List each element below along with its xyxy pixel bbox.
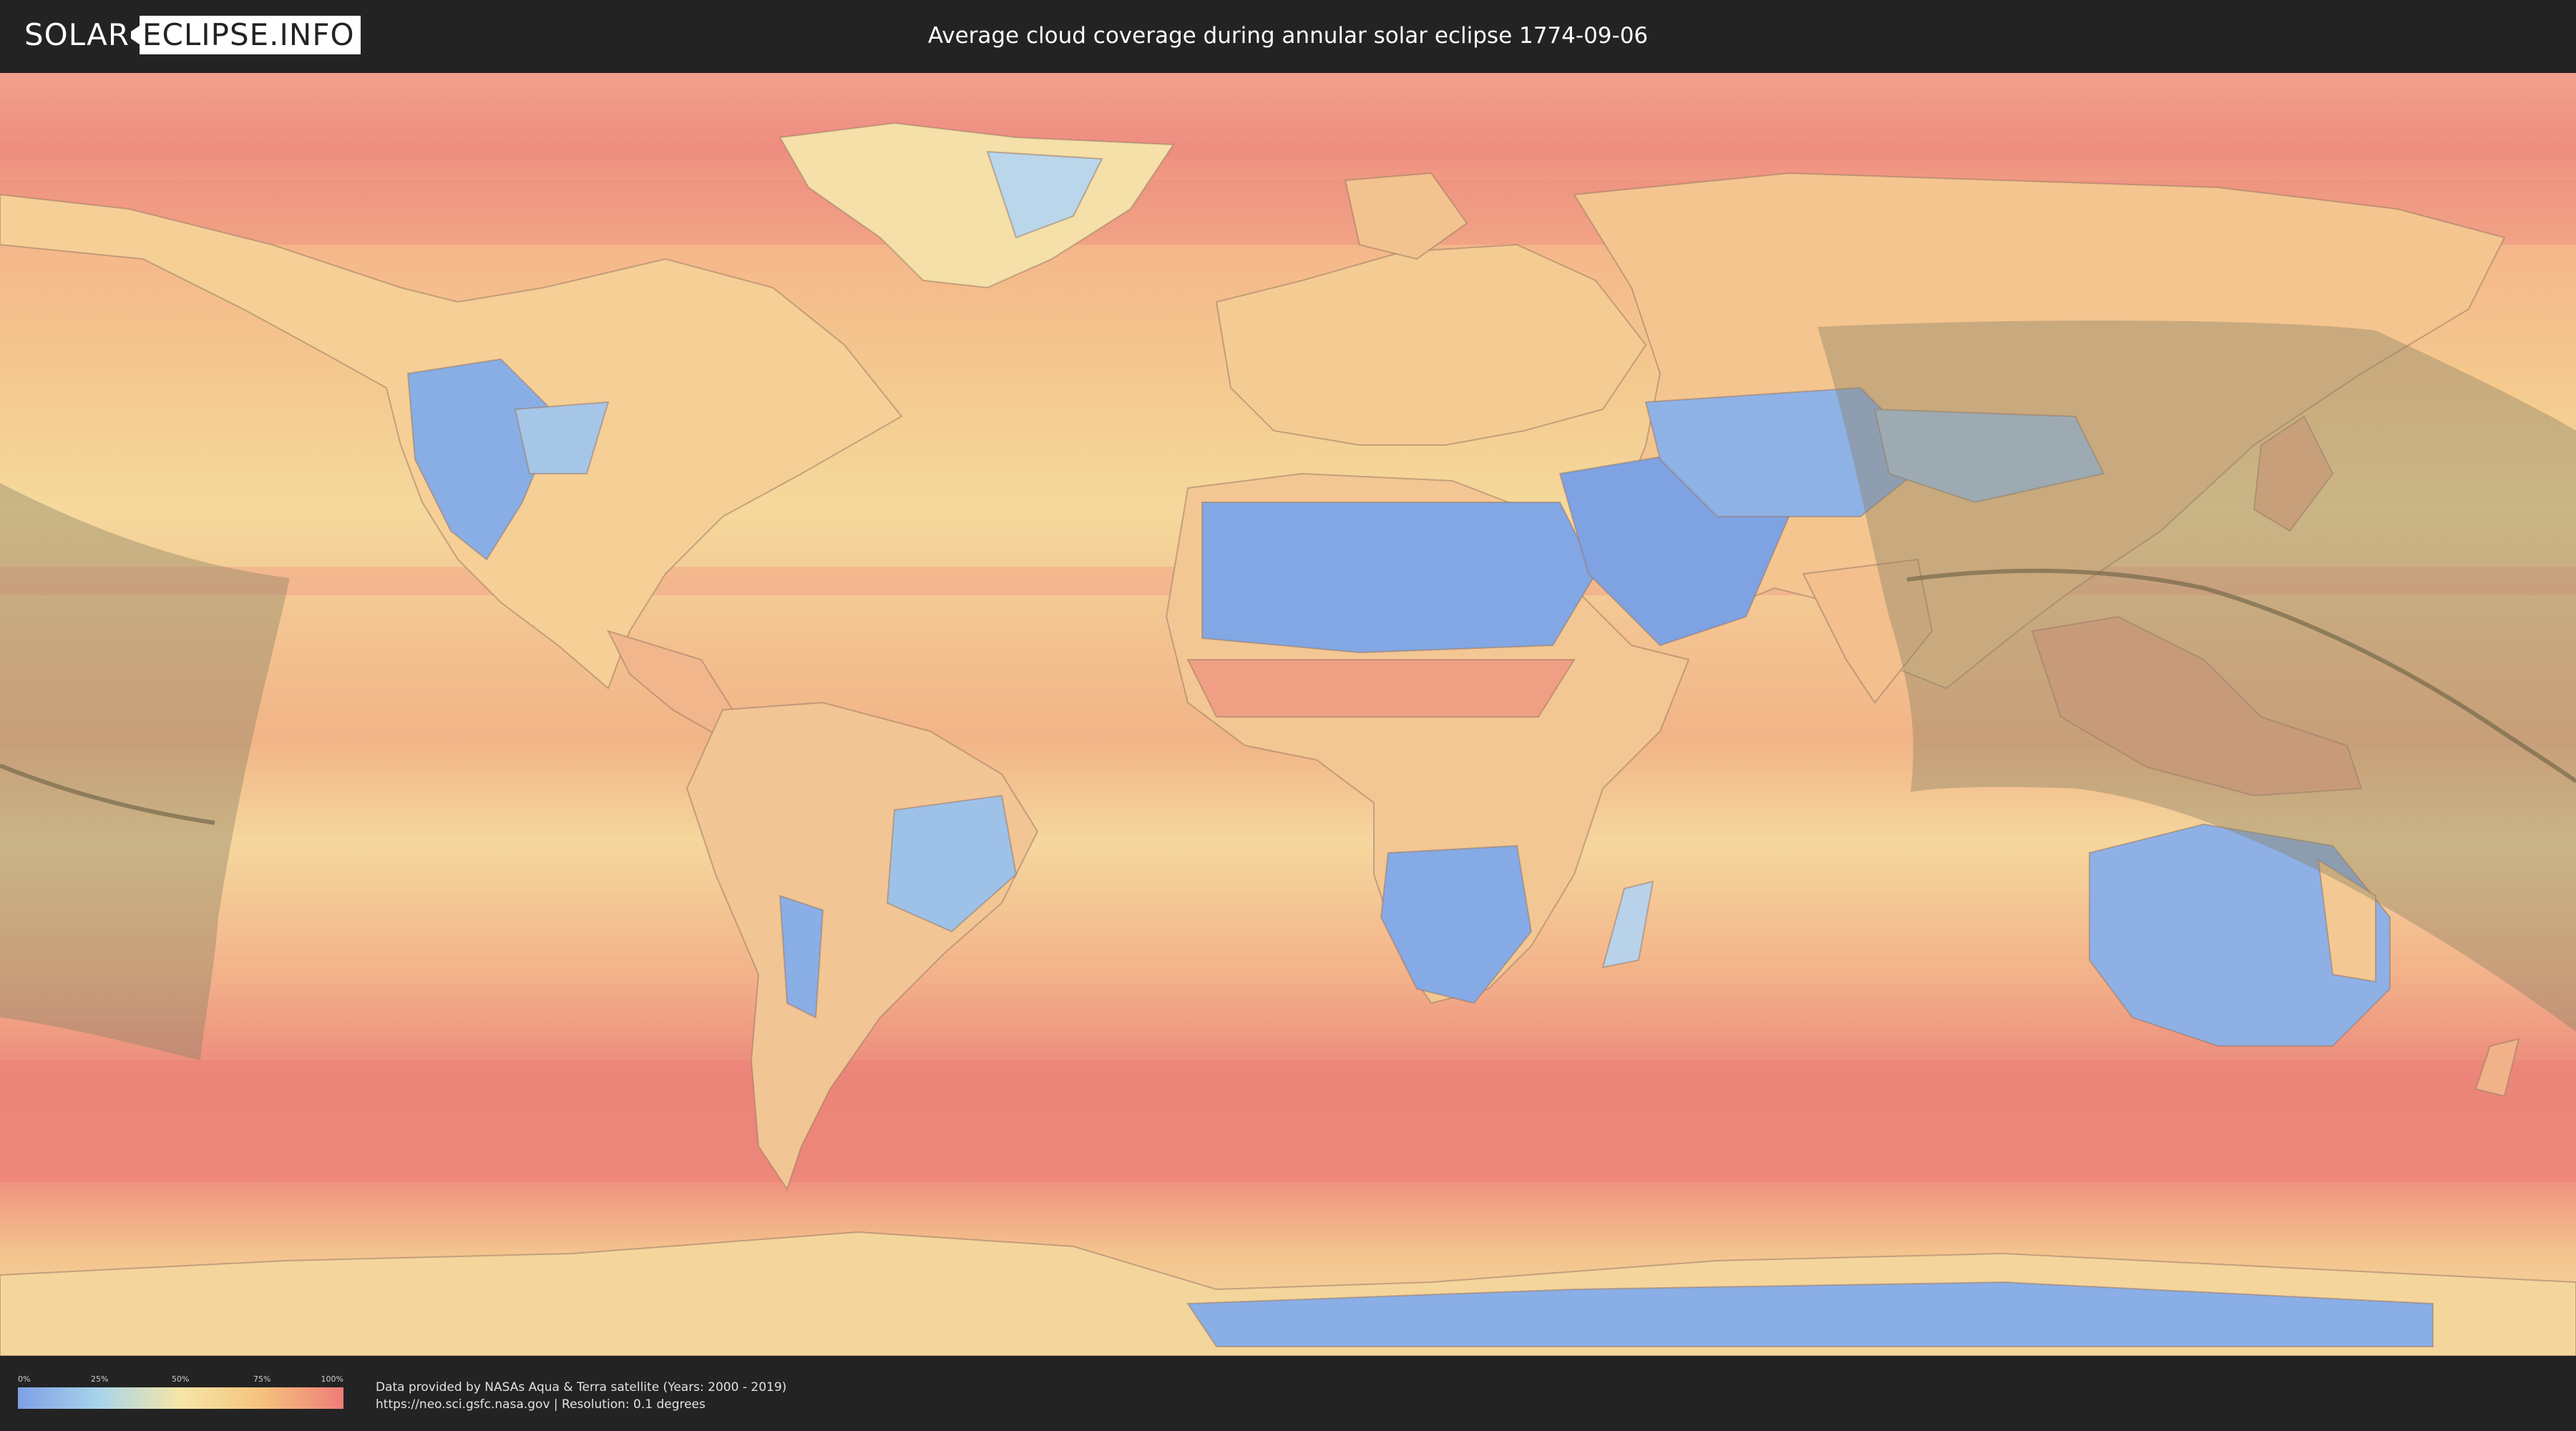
- credit-line-url[interactable]: https://neo.sci.gsfc.nasa.gov | Resoluti…: [376, 1396, 786, 1413]
- legend-tick-0: 0%: [18, 1374, 31, 1384]
- legend-ticks: 0% 25% 50% 75% 100%: [18, 1374, 343, 1387]
- page: SOLAR ECLIPSE.INFO Average cloud coverag…: [0, 0, 2576, 1431]
- cloud-coverage-map[interactable]: [0, 73, 2576, 1356]
- cloud-coverage-legend: 0% 25% 50% 75% 100%: [18, 1374, 343, 1410]
- legend-tick-75: 75%: [253, 1374, 271, 1384]
- landmass-sahel: [1186, 659, 1576, 718]
- footer: 0% 25% 50% 75% 100% Data provided by NAS…: [0, 1356, 2576, 1431]
- page-title: Average cloud coverage during annular so…: [927, 23, 1649, 49]
- landmass-sahara: [1201, 502, 1597, 654]
- cloud-band-southern-ocean: [0, 1060, 2576, 1182]
- legend-tick-25: 25%: [91, 1374, 109, 1384]
- header: SOLAR ECLIPSE.INFO Average cloud coverag…: [0, 0, 2576, 72]
- world-map[interactable]: [0, 73, 2576, 1356]
- legend-tick-100: 100%: [321, 1374, 343, 1384]
- landmass-south-america-andes: [779, 894, 824, 1019]
- legend-tick-50: 50%: [172, 1374, 190, 1384]
- legend-color-bar: [18, 1387, 343, 1409]
- credit-line-source: Data provided by NASAs Aqua & Terra sate…: [376, 1380, 787, 1395]
- data-credits: Data provided by NASAs Aqua & Terra sate…: [376, 1379, 786, 1413]
